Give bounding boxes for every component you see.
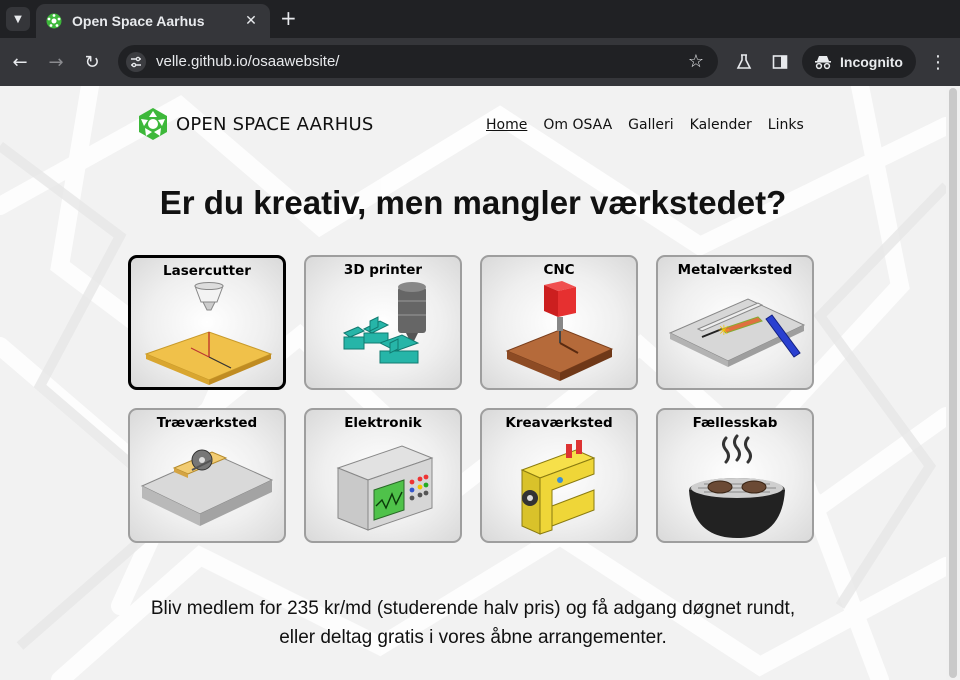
back-arrow-icon[interactable]: ←: [8, 50, 32, 74]
osaa-logo-icon: [139, 108, 167, 140]
active-tab[interactable]: Open Space Aarhus ✕: [36, 4, 270, 38]
card-elektronik[interactable]: Elektronik: [304, 408, 462, 543]
forward-arrow-icon[interactable]: →: [44, 50, 68, 74]
membership-text: Bliv medlem for 235 kr/md (studerende ha…: [0, 594, 946, 652]
incognito-label: Incognito: [840, 53, 903, 70]
oscilloscope-icon: [336, 445, 434, 531]
star-icon[interactable]: ☆: [688, 51, 704, 72]
hero-title: Er du kreativ, men mangler værkstedet?: [159, 184, 787, 221]
card-3d-printer[interactable]: 3D printer: [304, 255, 462, 390]
card-cnc[interactable]: CNC: [480, 255, 638, 390]
browser-toolbar: ← → ↻ velle.github.io/osaawebsite/ ☆ Inc…: [0, 38, 960, 86]
3d-printer-icon: [342, 282, 426, 364]
card-label: 3D printer: [343, 262, 423, 278]
kebab-menu-icon[interactable]: ⋮: [926, 50, 950, 74]
sewing-machine-icon: [520, 440, 596, 535]
card-label: Fællesskab: [692, 415, 778, 431]
card-metalvaerksted[interactable]: Metalværksted ✳: [656, 255, 814, 390]
card-kreavaerksted[interactable]: Kreaværksted: [480, 408, 638, 543]
site-logo[interactable]: OPEN SPACE AARHUS: [136, 107, 374, 141]
card-traevaerksted[interactable]: Træværksted: [128, 408, 286, 543]
url-text: velle.github.io/osaawebsite/: [156, 53, 340, 70]
nav-link-om-osaa[interactable]: Om OSAA: [543, 117, 612, 133]
card-faellesskab[interactable]: Fællesskab: [656, 408, 814, 543]
tab-title: Open Space Aarhus: [72, 13, 205, 29]
flask-icon[interactable]: [732, 50, 756, 74]
logo-text: OPEN SPACE AARHUS: [176, 113, 374, 135]
card-label: Træværksted: [156, 415, 258, 431]
cnc-icon: [505, 281, 614, 381]
side-panel-icon[interactable]: [768, 50, 792, 74]
card-label: Lasercutter: [163, 263, 251, 279]
table-saw-icon: [140, 449, 274, 526]
nav-link-links[interactable]: Links: [768, 117, 804, 133]
membership-text-line2: eller deltag gratis i vores åbne arrange…: [279, 627, 667, 648]
reload-icon[interactable]: ↻: [80, 50, 104, 74]
grill-icon: [689, 434, 785, 538]
nav-link-galleri[interactable]: Galleri: [628, 117, 673, 133]
welding-icon: ✳: [668, 298, 806, 367]
incognito-indicator[interactable]: Incognito: [802, 45, 916, 78]
card-label: CNC: [543, 262, 575, 278]
page-scrollbar[interactable]: [946, 86, 960, 680]
chevron-down-icon: ▼: [14, 13, 22, 25]
plus-icon[interactable]: +: [280, 8, 297, 28]
nav-link-kalender[interactable]: Kalender: [690, 117, 752, 133]
osaa-favicon-icon: [46, 13, 62, 29]
card-label: Metalværksted: [677, 262, 793, 278]
page-viewport: OPEN SPACE AARHUS Home Om OSAA Galleri K…: [0, 86, 946, 680]
nav-link-home[interactable]: Home: [486, 117, 527, 133]
site-info-icon[interactable]: [126, 51, 146, 72]
close-icon[interactable]: ✕: [242, 13, 260, 29]
address-bar[interactable]: velle.github.io/osaawebsite/ ☆: [118, 45, 718, 78]
tab-search-button[interactable]: ▼: [6, 7, 30, 31]
scrollbar-thumb[interactable]: [949, 88, 957, 678]
card-label: Elektronik: [344, 415, 422, 431]
incognito-icon: [815, 55, 831, 69]
card-label: Kreaværksted: [505, 415, 613, 431]
svg-text:✳: ✳: [718, 323, 730, 339]
main-navigation: Home Om OSAA Galleri Kalender Links: [486, 117, 804, 133]
card-lasercutter[interactable]: Lasercutter: [128, 255, 286, 390]
lasercutter-icon: [144, 282, 273, 385]
browser-tab-strip: ▼ Open Space Aarhus ✕ +: [0, 0, 960, 38]
membership-text-line1: Bliv medlem for 235 kr/md (studerende ha…: [150, 598, 796, 619]
